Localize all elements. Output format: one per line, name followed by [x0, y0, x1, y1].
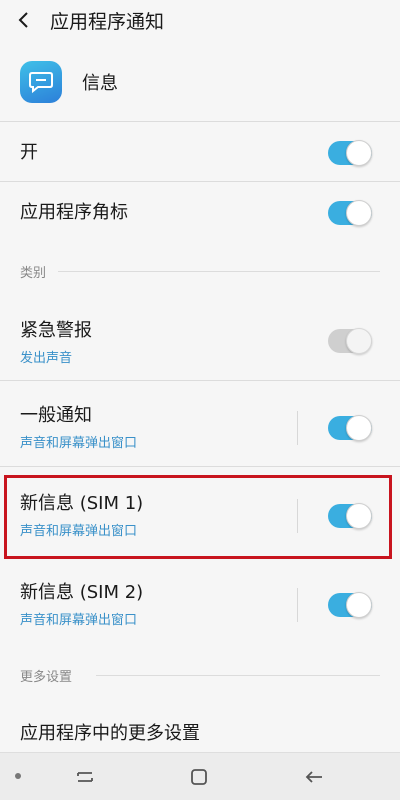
section-divider: [96, 675, 380, 676]
vertical-separator: [297, 411, 298, 445]
toggle-badge[interactable]: [328, 200, 372, 226]
navigation-bar: [0, 752, 400, 800]
row-emergency[interactable]: 紧急警报 发出声音: [0, 313, 400, 373]
toggle-sim2[interactable]: [328, 592, 372, 618]
toggle-on[interactable]: [328, 140, 372, 166]
highlight-frame: [4, 475, 392, 559]
page-title: 应用程序通知: [50, 10, 165, 33]
row-general[interactable]: 一般通知 声音和屏幕弹出窗口: [0, 398, 400, 458]
toggle-general[interactable]: [328, 415, 372, 441]
row-more-title: 应用程序中的更多设置: [20, 723, 200, 745]
divider: [0, 466, 400, 467]
app-name: 信息: [82, 73, 118, 94]
row-sim2[interactable]: 新信息 (SIM 2) 声音和屏幕弹出窗口: [0, 574, 400, 636]
vertical-separator: [297, 588, 298, 622]
chat-bubble-icon: [20, 61, 62, 103]
back-icon[interactable]: [300, 763, 328, 791]
app-info: 信息: [0, 52, 400, 112]
divider: [0, 181, 400, 182]
recent-apps-icon[interactable]: [71, 763, 99, 791]
section-divider: [58, 271, 380, 272]
section-label-category: 类别: [20, 266, 47, 281]
home-icon[interactable]: [185, 763, 213, 791]
nav-indicator-dot: [15, 773, 21, 779]
header: 应用程序通知: [0, 0, 400, 40]
row-badge[interactable]: 应用程序角标: [0, 190, 400, 236]
row-on[interactable]: 开: [0, 130, 400, 176]
divider: [0, 380, 400, 381]
section-label-more: 更多设置: [20, 670, 73, 685]
toggle-emergency: [328, 328, 372, 354]
row-more-settings[interactable]: 应用程序中的更多设置: [0, 716, 400, 752]
divider: [0, 121, 400, 122]
back-arrow-icon[interactable]: [4, 0, 44, 40]
